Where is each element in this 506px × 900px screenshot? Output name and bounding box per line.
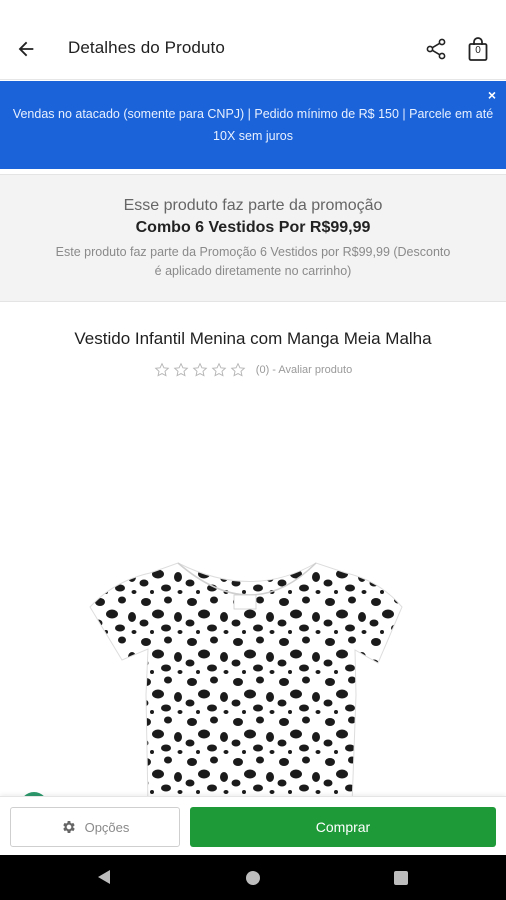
- banner-text: Vendas no atacado (somente para CNPJ) | …: [12, 107, 494, 143]
- star-icon[interactable]: [154, 362, 170, 378]
- close-banner-icon[interactable]: ×: [488, 87, 496, 103]
- gear-icon: [62, 821, 75, 833]
- star-icon[interactable]: [173, 362, 189, 378]
- nav-recent-apps-icon[interactable]: [394, 871, 408, 885]
- star-icon[interactable]: [211, 362, 227, 378]
- product-title: Vestido Infantil Menina com Manga Meia M…: [74, 329, 432, 348]
- promo-title: Combo 6 Vestidos Por R$99,99: [135, 219, 371, 236]
- nav-back-icon[interactable]: [97, 869, 111, 885]
- cart-badge: 0: [475, 45, 481, 56]
- promo-description: Este produto faz parte da Promoção 6 Ves…: [55, 245, 451, 278]
- nav-home-icon[interactable]: [246, 871, 260, 885]
- star-icon[interactable]: [192, 362, 208, 378]
- back-button[interactable]: [10, 33, 42, 65]
- rating-stars[interactable]: [154, 362, 246, 378]
- cart-button[interactable]: 0: [464, 34, 492, 64]
- system-nav-bar: [0, 855, 506, 900]
- promo-intro: Esse produto faz parte da promoção: [123, 197, 383, 214]
- rating-row[interactable]: (0) - Avaliar produto: [0, 362, 506, 378]
- arrow-left-icon: [18, 41, 34, 57]
- dress-illustration: [89, 562, 403, 800]
- rating-link[interactable]: (0) - Avaliar produto: [256, 364, 352, 376]
- star-icon[interactable]: [230, 362, 246, 378]
- share-icon: [426, 38, 446, 60]
- product-image[interactable]: [0, 395, 506, 800]
- bottom-action-bar: Opções Comprar: [0, 796, 506, 855]
- wholesale-banner: × Vendas no atacado (somente para CNPJ) …: [0, 81, 506, 169]
- promotion-box: Esse produto faz parte da promoção Combo…: [0, 174, 506, 302]
- app-bar: Detalhes do Produto 0: [0, 0, 506, 80]
- buy-button[interactable]: Comprar: [190, 807, 496, 847]
- share-button[interactable]: [422, 35, 450, 63]
- page-title: Detalhes do Produto: [68, 38, 225, 57]
- options-label: Opções: [84, 819, 130, 835]
- options-button[interactable]: Opções: [10, 807, 180, 847]
